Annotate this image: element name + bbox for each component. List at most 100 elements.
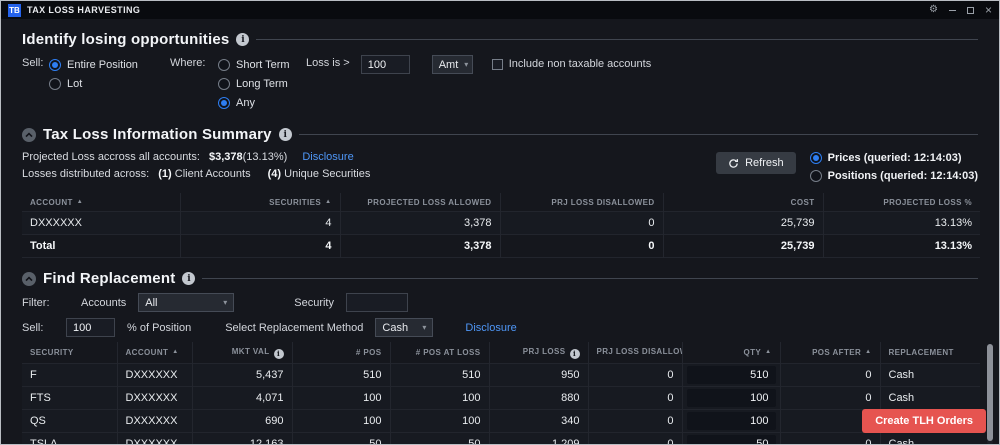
close-icon[interactable]: × — [985, 4, 992, 16]
col-pos-after[interactable]: POS AFTER▲ — [780, 342, 880, 363]
checkbox-label: Include non taxable accounts — [509, 58, 652, 70]
identify-title: Identify losing opportunities — [22, 31, 229, 48]
col-pos-at-loss[interactable]: # POS AT LOSS — [390, 342, 489, 363]
security-label: Security — [294, 297, 334, 309]
radio-label: Any — [236, 97, 255, 109]
security-input[interactable] — [346, 293, 408, 312]
info-icon[interactable]: i — [274, 349, 284, 359]
col-projected-loss-allowed[interactable]: PROJECTED LOSS ALLOWED — [340, 193, 500, 212]
replacement-title: Find Replacement — [43, 270, 175, 287]
radio-prices[interactable]: Prices (queried: 12:14:03) — [810, 149, 978, 167]
radio-label: Long Term — [236, 78, 288, 90]
accounts-value: All — [145, 297, 157, 309]
radio-positions[interactable]: Positions (queried: 12:14:03) — [810, 167, 978, 185]
projected-loss-line: Projected Loss accross all accounts: $3,… — [22, 149, 370, 166]
where-radio-group: Short Term Long Term Any — [218, 55, 298, 112]
qty-input[interactable]: 50 — [687, 435, 776, 445]
replacement-method-label: Select Replacement Method — [225, 322, 363, 334]
qty-input[interactable]: 100 — [687, 412, 776, 430]
col-security[interactable]: SECURITY — [22, 342, 117, 363]
table-row[interactable]: DXXXXXX 4 3,378 0 25,739 13.13% — [22, 212, 980, 235]
cell-mkt-val: 690 — [192, 409, 292, 432]
qty-input[interactable]: 510 — [687, 366, 776, 384]
maximize-icon[interactable] — [967, 7, 974, 14]
col-mkt-val[interactable]: MKT VALi — [192, 342, 292, 363]
percent-of-position-label: % of Position — [127, 322, 191, 334]
create-tlh-orders-button[interactable]: Create TLH Orders — [862, 409, 986, 433]
projected-loss-label: Projected Loss accross all accounts: — [22, 151, 200, 163]
col-cost[interactable]: COST — [663, 193, 823, 212]
refresh-icon — [728, 158, 739, 169]
replacement-table-header-row: SECURITY ACCOUNT▲ MKT VALi # POS # POS A… — [22, 342, 980, 363]
where-label: Where: — [170, 55, 218, 69]
cell-account: DXXXXXX — [117, 386, 192, 409]
settings-gear-icon[interactable]: ⚙ — [929, 5, 938, 15]
loss-threshold-input[interactable] — [361, 55, 410, 74]
cell-replacement: Cash — [880, 386, 980, 409]
info-icon[interactable]: i — [570, 349, 580, 359]
cell-cost: 25,739 — [663, 212, 823, 235]
cell-prj-loss-disallowed: 0 — [588, 432, 682, 445]
table-row[interactable]: QS DXXXXXX 690 100 100 340 0 100 0 Cash — [22, 409, 980, 432]
disclosure-link[interactable]: Disclosure — [302, 151, 353, 163]
scrollbar-thumb[interactable] — [987, 344, 993, 441]
sell-pct-label: Sell: — [22, 322, 64, 334]
sort-asc-icon: ▲ — [77, 199, 83, 205]
cell-account: Total — [22, 235, 180, 258]
radio-short-term[interactable]: Short Term — [218, 55, 298, 74]
cell-prj-loss: 880 — [489, 386, 588, 409]
summary-info-icon[interactable]: i — [279, 128, 292, 141]
col-prj-loss-disallowed[interactable]: PRJ LOSS DISALLOWED — [500, 193, 663, 212]
minimize-icon[interactable] — [949, 10, 956, 11]
radio-long-term[interactable]: Long Term — [218, 74, 298, 93]
radio-label: Positions (queried: 12:14:03) — [828, 170, 978, 182]
refresh-button[interactable]: Refresh — [716, 152, 796, 174]
replacement-method-select[interactable]: Cash ▾ — [375, 318, 433, 337]
col-prj-loss[interactable]: PRJ LOSSi — [489, 342, 588, 363]
divider — [202, 278, 978, 279]
cell-pos-after: 0 — [780, 432, 880, 445]
cell-account: DXXXXXX — [117, 432, 192, 445]
radio-icon — [218, 78, 230, 90]
radio-icon — [49, 59, 61, 71]
col-account[interactable]: ACCOUNT▲ — [117, 342, 192, 363]
col-qty[interactable]: QTY▲ — [682, 342, 780, 363]
cell-security: FTS — [22, 386, 117, 409]
col-projected-loss-pct[interactable]: PROJECTED LOSS % — [823, 193, 980, 212]
col-securities[interactable]: SECURITIES▲ — [180, 193, 340, 212]
loss-unit-select[interactable]: Amt ▾ — [432, 55, 473, 74]
col-pos[interactable]: # POS — [292, 342, 390, 363]
collapse-chevron-icon[interactable] — [22, 128, 36, 142]
identify-info-icon[interactable]: i — [236, 33, 249, 46]
client-accounts-count: (1) — [158, 168, 171, 180]
table-row[interactable]: F DXXXXXX 5,437 510 510 950 0 510 0 Cash — [22, 363, 980, 386]
cell-security: QS — [22, 409, 117, 432]
disclosure-link[interactable]: Disclosure — [465, 322, 516, 334]
qty-input[interactable]: 100 — [687, 389, 776, 407]
collapse-chevron-icon[interactable] — [22, 272, 36, 286]
summary-total-row: Total 4 3,378 0 25,739 13.13% — [22, 235, 980, 258]
cell-disallowed: 0 — [500, 235, 663, 258]
cell-prj-loss: 950 — [489, 363, 588, 386]
col-replacement[interactable]: REPLACEMENT — [880, 342, 980, 363]
radio-any[interactable]: Any — [218, 93, 298, 112]
radio-icon — [810, 152, 822, 164]
table-row[interactable]: TSLA DXXXXXX 12,163 50 50 1,209 0 50 0 C… — [22, 432, 980, 445]
radio-icon — [810, 170, 822, 182]
col-account[interactable]: ACCOUNT▲ — [22, 193, 180, 212]
radio-entire-position[interactable]: Entire Position — [49, 55, 153, 74]
sell-label: Sell: — [22, 55, 49, 69]
cell-prj-loss: 340 — [489, 409, 588, 432]
include-non-taxable-checkbox[interactable]: Include non taxable accounts — [492, 55, 652, 70]
table-row[interactable]: FTS DXXXXXX 4,071 100 100 880 0 100 0 Ca… — [22, 386, 980, 409]
projected-loss-value: $3,378 — [209, 151, 243, 163]
cell-pos: 50 — [292, 432, 390, 445]
sell-percent-input[interactable] — [66, 318, 115, 337]
radio-lot[interactable]: Lot — [49, 74, 153, 93]
replacement-info-icon[interactable]: i — [182, 272, 195, 285]
summary-lines: Projected Loss accross all accounts: $3,… — [22, 149, 370, 185]
radio-icon — [49, 78, 61, 90]
accounts-select[interactable]: All ▾ — [138, 293, 234, 312]
cell-mkt-val: 4,071 — [192, 386, 292, 409]
col-prj-loss-disallowed[interactable]: PRJ LOSS DISALLOWEDi — [588, 342, 682, 363]
